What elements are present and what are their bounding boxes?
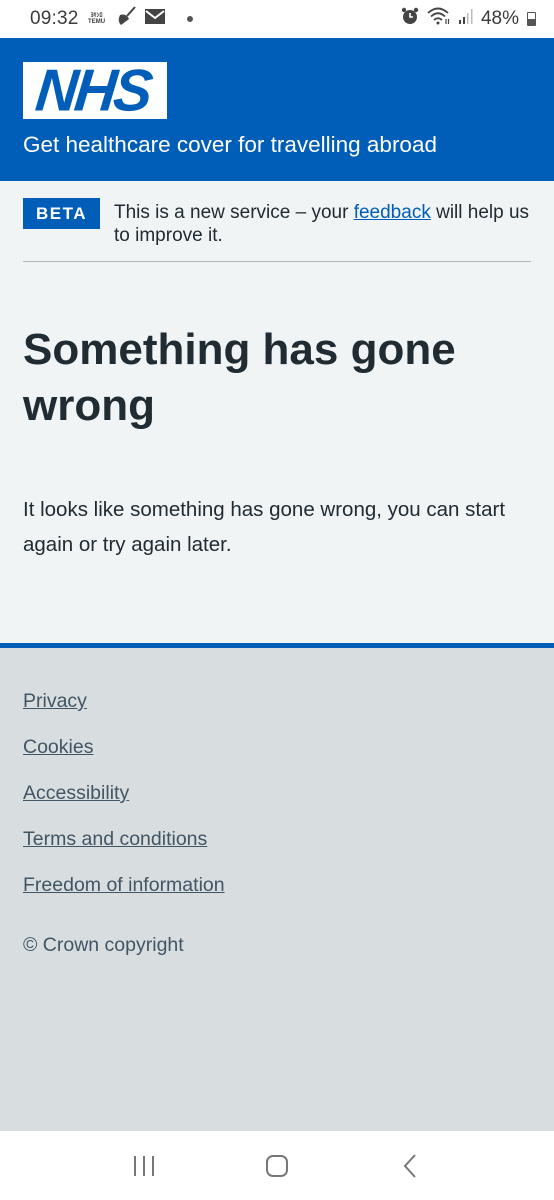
accessibility-link[interactable]: Accessibility (23, 782, 129, 804)
copyright: © Crown copyright (23, 934, 184, 956)
home-icon (265, 1154, 288, 1177)
cookies-link[interactable]: Cookies (23, 736, 93, 758)
terms-link[interactable]: Terms and conditions (23, 828, 207, 850)
beta-tag: BETA (23, 198, 100, 229)
feedback-link[interactable]: feedback (354, 202, 431, 223)
wifi-icon (427, 7, 451, 31)
beta-banner: BETA This is a new service – your feedba… (23, 198, 531, 262)
footer-item: Cookies (23, 736, 225, 782)
privacy-link[interactable]: Privacy (23, 690, 87, 712)
footer-item: Freedom of information (23, 874, 225, 920)
status-bar: 09:32 ﾖｷﾝﾛ TEMU 48% (0, 0, 554, 38)
recents-icon (134, 1155, 155, 1176)
mail-icon (144, 8, 165, 30)
signal-icon (458, 8, 473, 30)
temu-label-bottom: TEMU (88, 19, 106, 25)
recents-button[interactable] (124, 1146, 164, 1186)
beta-text-before: This is a new service – your (114, 202, 354, 223)
site-header: NHS Get healthcare cover for travelling … (0, 38, 554, 181)
status-left: 09:32 ﾖｷﾝﾛ TEMU (30, 6, 193, 32)
dot-icon (186, 16, 193, 22)
error-message: It looks like something has gone wrong, … (23, 498, 506, 556)
alarm-icon (401, 7, 419, 31)
service-name[interactable]: Get healthcare cover for travelling abro… (23, 132, 437, 158)
nhs-logo-text: NHS (32, 56, 154, 124)
site-footer: Privacy Cookies Accessibility Terms and … (0, 643, 554, 1131)
footer-item: Privacy (23, 690, 225, 736)
status-right: 48% (401, 7, 536, 31)
android-nav-bar (0, 1131, 554, 1200)
page-title: Something has gone wrong (23, 325, 456, 430)
status-time: 09:32 (30, 8, 79, 29)
footer-item: Accessibility (23, 782, 225, 828)
battery-percent: 48% (480, 8, 519, 29)
nhs-logo[interactable]: NHS (23, 56, 167, 124)
footer-item: Terms and conditions (23, 828, 225, 874)
home-button[interactable] (257, 1146, 297, 1186)
battery-icon (527, 12, 536, 26)
main-content: BETA This is a new service – your feedba… (0, 181, 554, 643)
foi-link[interactable]: Freedom of information (23, 874, 225, 896)
back-icon (403, 1153, 416, 1178)
footer-links: Privacy Cookies Accessibility Terms and … (23, 690, 225, 920)
broom-icon (115, 6, 137, 32)
back-button[interactable] (390, 1146, 430, 1186)
beta-text: This is a new service – your feedback wi… (114, 201, 531, 247)
temu-icon: ﾖｷﾝﾛ TEMU (87, 13, 107, 25)
